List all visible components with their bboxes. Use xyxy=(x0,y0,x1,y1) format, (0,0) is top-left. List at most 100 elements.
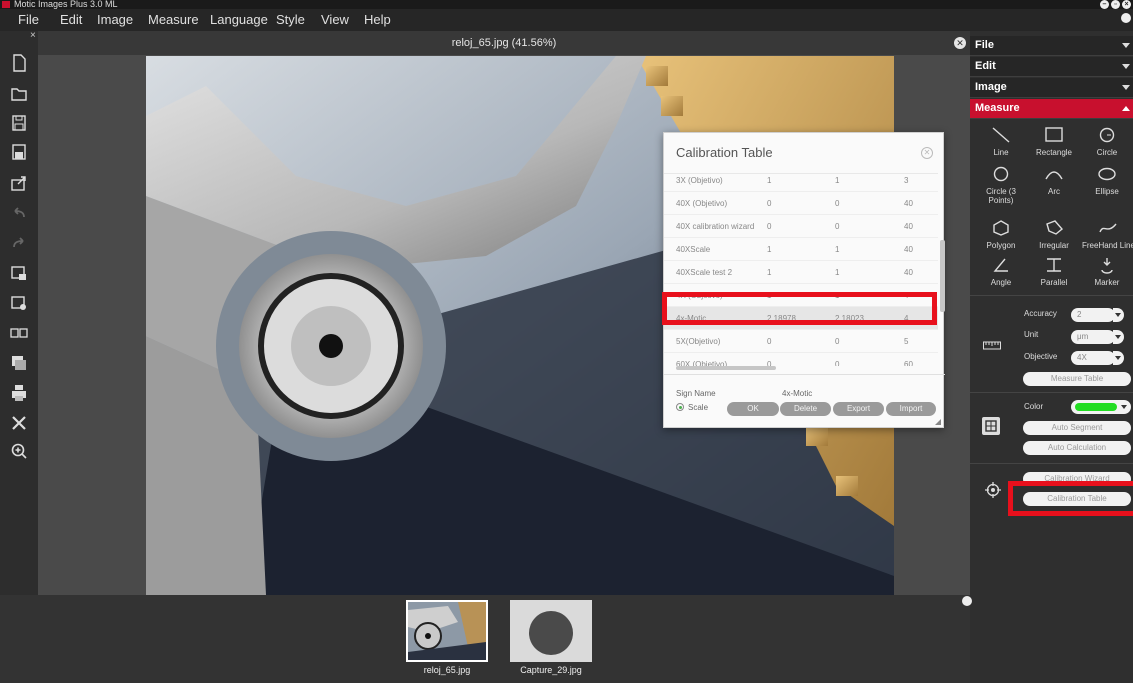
menu-style[interactable]: Style xyxy=(276,12,305,27)
color-picker[interactable] xyxy=(1071,400,1131,414)
thumbnail-caption: reloj_65.jpg xyxy=(423,665,471,675)
export-icon[interactable] xyxy=(9,173,29,193)
app-logo-icon xyxy=(2,1,10,8)
auto-segment-button[interactable]: Auto Segment xyxy=(1023,421,1131,435)
tool-irregular[interactable]: Irregular xyxy=(1029,219,1079,250)
table-cell: 1 xyxy=(835,245,840,254)
redo-icon[interactable] xyxy=(9,233,29,253)
menu-language[interactable]: Language xyxy=(210,12,268,27)
import-button[interactable]: Import xyxy=(886,402,936,416)
app-title: Motic Images Plus 3.0 ML xyxy=(14,0,118,9)
table-cell: 1 xyxy=(835,291,840,300)
thumbnail-strip: reloj_65.jpg Capture_29.jpg xyxy=(0,595,970,683)
accuracy-select[interactable]: 2 xyxy=(1071,308,1124,322)
menu-file[interactable]: File xyxy=(18,12,39,27)
radio-selected-icon[interactable] xyxy=(676,403,684,411)
table-cell: 0 xyxy=(835,199,840,208)
auto-calculation-button[interactable]: Auto Calculation xyxy=(1023,441,1131,455)
calibration-crosshair-icon xyxy=(985,482,1001,498)
table-cell: 40 xyxy=(904,199,913,208)
thumbnail-reloj[interactable]: reloj_65.jpg xyxy=(406,600,488,678)
open-folder-icon[interactable] xyxy=(9,83,29,103)
divider xyxy=(970,295,1133,296)
table-row[interactable]: 60X (Objetivo) 0 0 60 xyxy=(664,353,938,366)
calibration-table[interactable]: 3X (Objetivo) 1 1 3 40X (Objetivo) 0 0 40 40X ca… xyxy=(664,173,938,366)
strip-collapse-icon[interactable] xyxy=(962,596,972,606)
save-as-icon[interactable] xyxy=(9,142,29,162)
tool-line[interactable]: Line xyxy=(976,126,1026,157)
tool-parallel[interactable]: Parallel xyxy=(1029,256,1079,287)
save-icon[interactable] xyxy=(9,113,29,133)
table-row[interactable]: 40XScale 1 1 40 xyxy=(664,238,938,261)
section-file[interactable]: File xyxy=(970,36,1133,56)
ok-button[interactable]: OK xyxy=(727,402,779,416)
unit-select[interactable]: μm xyxy=(1071,330,1124,344)
menu-help[interactable]: Help xyxy=(364,12,391,27)
print-icon[interactable] xyxy=(9,383,29,403)
title-bar: Motic Images Plus 3.0 ML – ▫ × xyxy=(0,0,1133,9)
dialog-title: Calibration Table xyxy=(676,145,773,160)
section-measure[interactable]: Measure xyxy=(970,99,1133,119)
measure-table-button[interactable]: Measure Table xyxy=(1023,372,1131,386)
angle-icon xyxy=(990,256,1012,274)
tools-icon[interactable] xyxy=(9,413,29,433)
table-cell: 1 xyxy=(767,268,772,277)
tool-circle-3-points[interactable]: Circle (3 Points) xyxy=(976,165,1026,205)
tool-circle[interactable]: Circle xyxy=(1082,126,1132,157)
new-file-icon[interactable] xyxy=(9,53,29,73)
table-row[interactable]: 40X calibration wizard 0 0 40 xyxy=(664,215,938,238)
capture-icon[interactable] xyxy=(9,293,29,313)
scale-radio[interactable]: Scale xyxy=(676,403,708,412)
thumbnail-capture[interactable]: Capture_29.jpg xyxy=(510,600,592,678)
table-cell: 0 xyxy=(767,337,772,346)
tool-angle[interactable]: Angle xyxy=(976,256,1026,287)
section-edit[interactable]: Edit xyxy=(970,57,1133,77)
menu-image[interactable]: Image xyxy=(97,12,133,27)
tool-arc[interactable]: Arc xyxy=(1029,165,1079,196)
menu-edit[interactable]: Edit xyxy=(60,12,82,27)
tool-marker[interactable]: Marker xyxy=(1082,256,1132,287)
horizontal-scrollbar[interactable] xyxy=(676,366,776,370)
table-row[interactable]: 4x-Motic 2.18978 2.18023 4 xyxy=(664,307,938,330)
table-row[interactable]: 40XScale test 2 1 1 40 xyxy=(664,261,938,284)
image-canvas-area: reloj_65.jpg (41.56%) ✕ Calibration Tabl… xyxy=(38,31,970,595)
calibration-table-button[interactable]: Calibration Table xyxy=(1023,492,1131,506)
toolbar-close-icon[interactable]: × xyxy=(30,31,36,41)
section-image[interactable]: Image xyxy=(970,78,1133,98)
calibration-wizard-button[interactable]: Calibration Wizard xyxy=(1023,472,1131,486)
table-row[interactable]: 5X(Objetivo) 0 0 5 xyxy=(664,330,938,353)
menu-measure[interactable]: Measure xyxy=(148,12,199,27)
undo-icon[interactable] xyxy=(9,203,29,223)
table-cell: 40X (Objetivo) xyxy=(676,199,728,208)
table-cell: 2.18978 xyxy=(767,314,796,323)
table-cell: 1 xyxy=(835,176,840,185)
export-button[interactable]: Export xyxy=(833,402,884,416)
slideshow-icon[interactable] xyxy=(9,263,29,283)
panel-collapse-icon[interactable] xyxy=(1121,13,1131,23)
polygon-icon xyxy=(990,219,1012,237)
dialog-close-button[interactable]: ✕ xyxy=(921,147,933,159)
tool-rectangle[interactable]: Rectangle xyxy=(1029,126,1079,157)
table-row[interactable]: 3X (Objetivo) 1 1 3 xyxy=(664,174,938,192)
vertical-scrollbar[interactable] xyxy=(940,240,945,312)
menu-view[interactable]: View xyxy=(321,12,349,27)
tool-freehand-line[interactable]: FreeHand Line xyxy=(1082,219,1133,250)
maximize-button[interactable]: ▫ xyxy=(1111,0,1120,9)
compare-icon[interactable] xyxy=(9,323,29,343)
objective-select[interactable]: 4X xyxy=(1071,351,1124,365)
delete-button[interactable]: Delete xyxy=(780,402,831,416)
table-cell: 0 xyxy=(767,199,772,208)
minimize-button[interactable]: – xyxy=(1100,0,1109,9)
auto-segment-icon xyxy=(982,417,1000,435)
left-toolbar: × xyxy=(0,31,38,683)
table-cell: 0 xyxy=(835,337,840,346)
layers-icon[interactable] xyxy=(9,353,29,373)
tool-polygon[interactable]: Polygon xyxy=(976,219,1026,250)
table-row[interactable]: 40X (Objetivo) 0 0 40 xyxy=(664,192,938,215)
table-row[interactable]: 4X (Objetivo) 1 1 4 xyxy=(664,284,938,307)
resize-grip-icon[interactable] xyxy=(935,419,941,425)
tool-ellipse[interactable]: Ellipse xyxy=(1082,165,1132,196)
close-window-button[interactable]: × xyxy=(1122,0,1131,9)
zoom-in-icon[interactable] xyxy=(9,441,29,461)
close-image-button[interactable]: ✕ xyxy=(954,37,966,49)
